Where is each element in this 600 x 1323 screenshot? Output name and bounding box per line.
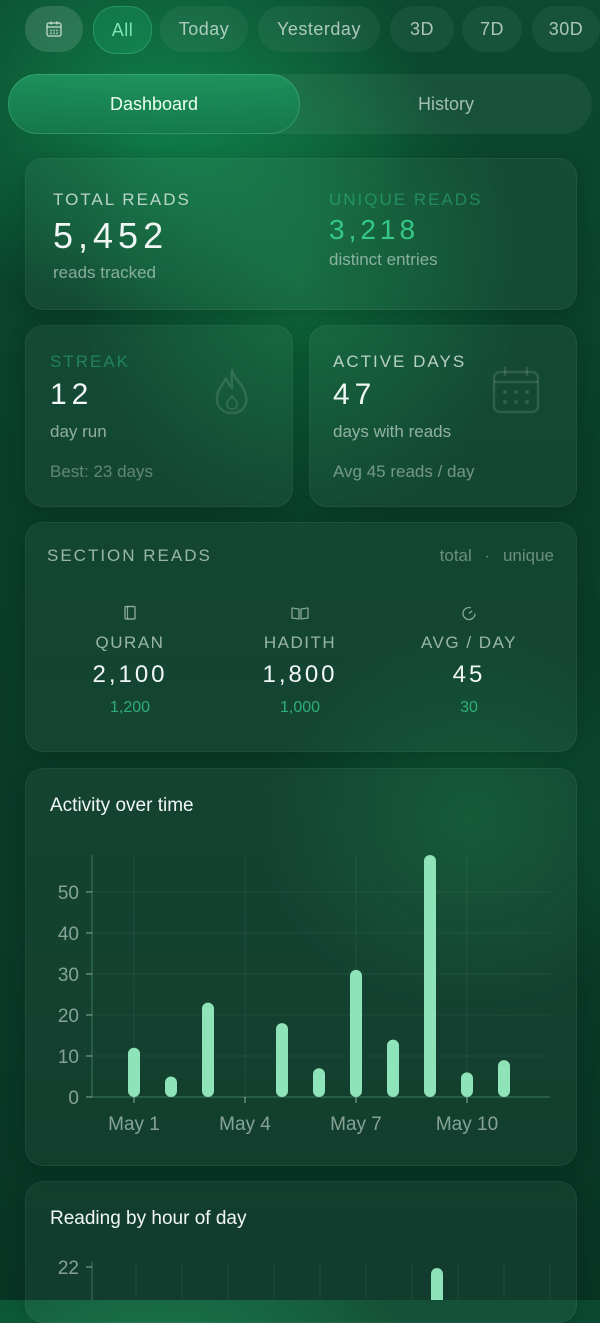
hour-bar [431, 1268, 443, 1300]
hour-chart: 22 [58, 1258, 551, 1300]
y-tick-label: 22 [58, 1258, 79, 1279]
